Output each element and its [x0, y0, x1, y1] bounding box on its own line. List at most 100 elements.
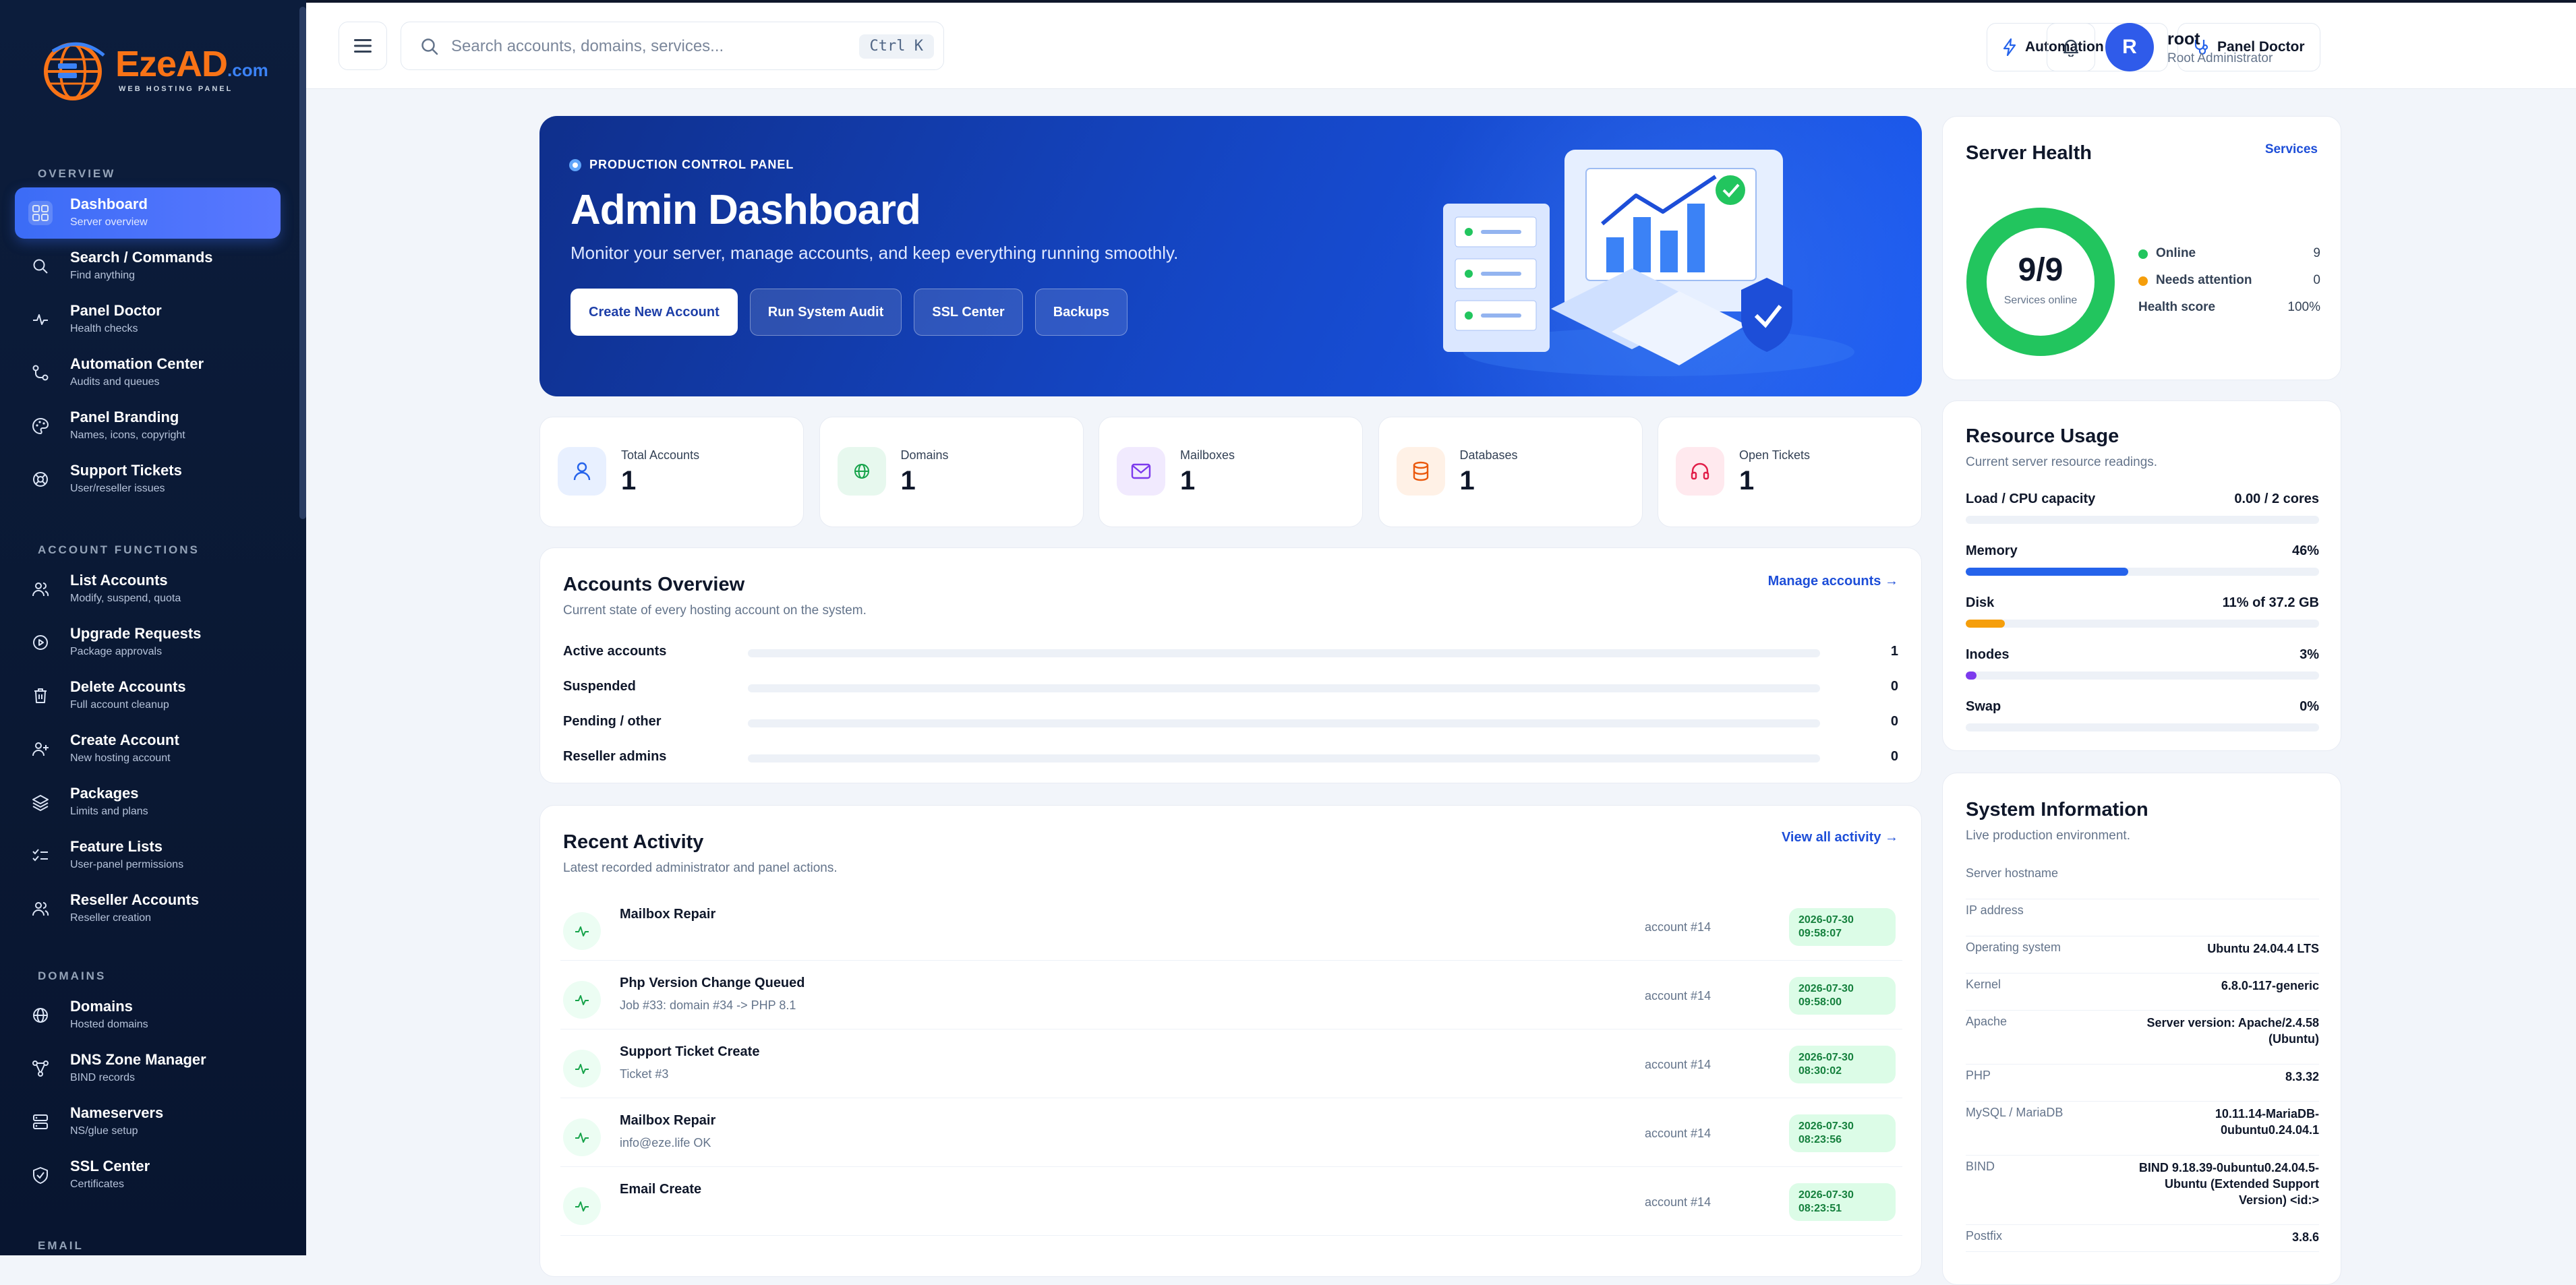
sidebar-item-panel-doctor[interactable]: Panel Doctor Health checks: [15, 294, 281, 345]
sidebar-item-search-commands[interactable]: Search / Commands Find anything: [15, 241, 281, 292]
activity-row[interactable]: Support Ticket Create Ticket #3 account #1…: [560, 1029, 1902, 1098]
health-legend-label: Health score: [2138, 300, 2216, 314]
backups-button[interactable]: Backups: [1034, 289, 1128, 336]
stat-card-domains[interactable]: Domains 1: [819, 417, 1084, 527]
overview-value: 1: [1890, 644, 1898, 659]
sidebar-item-support-tickets[interactable]: Support Tickets User/reseller issues: [15, 454, 281, 505]
menu-toggle-button[interactable]: [339, 22, 387, 70]
stat-card-open-tickets[interactable]: Open Tickets 1: [1658, 417, 1922, 527]
user-name[interactable]: root: [2167, 30, 2200, 49]
resource-bar: [1966, 723, 2319, 731]
activity-row[interactable]: Email Create account #14 2026-07-30 08:23:5…: [560, 1167, 1902, 1236]
sidebar-item-label: Search / Commands: [70, 249, 213, 266]
system-info-row: PHP 8.3.32: [1966, 1065, 2319, 1102]
brand-logo[interactable]: EzeAD.com WEB HOSTING PANEL: [39, 34, 268, 108]
search-input[interactable]: [450, 34, 827, 59]
sidebar-item-label: Delete Accounts: [70, 678, 186, 695]
sidebar-item-subtitle: Audits and queues: [70, 376, 160, 388]
services-link[interactable]: Services: [2265, 142, 2318, 157]
activity-row[interactable]: Mailbox Repair account #14 2026-07-30 09:58…: [560, 892, 1902, 961]
sidebar-item-label: Packages: [70, 785, 139, 802]
pulse-icon: [563, 1187, 601, 1225]
user-avatar[interactable]: R: [2105, 23, 2154, 71]
users-icon: [28, 577, 53, 601]
stat-value: 1: [621, 466, 637, 496]
sidebar-item-subtitle: Health checks: [70, 323, 138, 334]
overview-row: Active accounts 1: [563, 638, 1898, 665]
sidebar-item-domains[interactable]: Domains Hosted domains: [15, 990, 281, 1041]
overview-bar: [748, 754, 1820, 763]
sidebar-item-nameservers[interactable]: Nameservers NS/glue setup: [15, 1096, 281, 1147]
activity-timestamp-badge: 2026-07-30 09:58:07: [1789, 908, 1896, 946]
overview-label: Pending / other: [563, 714, 662, 729]
stat-card-total-accounts[interactable]: Total Accounts 1: [539, 417, 804, 527]
bell-icon: [2063, 39, 2079, 57]
sidebar-item-label: SSL Center: [70, 1158, 150, 1174]
stat-card-databases[interactable]: Databases 1: [1378, 417, 1643, 527]
ssl-center-button[interactable]: SSL Center: [914, 289, 1023, 336]
sidebar-item-label: Nameservers: [70, 1104, 164, 1121]
hamburger-icon: [354, 39, 372, 53]
sidebar-item-create-account[interactable]: Create Account New hosting account: [15, 723, 281, 775]
sidebar-item-delete-accounts[interactable]: Delete Accounts Full account cleanup: [15, 670, 281, 721]
network-icon: [28, 1056, 53, 1081]
headset-icon: [1676, 447, 1724, 496]
hero-subtitle: Monitor your server, manage accounts, an…: [570, 243, 1179, 263]
system-info-key: Apache: [1966, 1015, 2008, 1028]
ring-ratio: 9/9: [2018, 252, 2063, 288]
sidebar-item-dashboard[interactable]: Dashboard Server overview: [15, 187, 281, 239]
sidebar-item-packages[interactable]: Packages Limits and plans: [15, 777, 281, 828]
activity-timestamp-badge: 2026-07-30 08:30:02: [1789, 1046, 1896, 1083]
create-account-button[interactable]: Create New Account: [570, 289, 738, 336]
system-info-row: Server hostname: [1966, 862, 2319, 899]
search-icon: [421, 38, 438, 55]
activity-title: Mailbox Repair: [620, 1113, 716, 1128]
view-all-activity-link[interactable]: View all activity →: [1782, 830, 1898, 845]
system-info-row: IP address: [1966, 899, 2319, 936]
card-title: Accounts Overview: [563, 574, 745, 595]
list-check-icon: [28, 843, 53, 868]
search-icon: [28, 254, 53, 278]
resource-value: 0%: [2300, 699, 2319, 714]
activity-date: 2026-07-30: [1798, 1189, 1854, 1201]
recent-activity-card: Recent Activity Latest recorded administ…: [539, 805, 1922, 1277]
card-subtitle: Current state of every hosting account o…: [563, 603, 867, 618]
card-title: System Information: [1966, 799, 2148, 820]
activity-row[interactable]: Php Version Change Queued Job #33: domain…: [560, 961, 1902, 1029]
resource-row: Disk 11% of 37.2 GB: [1966, 595, 2319, 636]
health-legend-value: 100%: [2287, 300, 2320, 314]
sidebar-item-subtitle: User/reseller issues: [70, 483, 165, 494]
stat-card-mailboxes[interactable]: Mailboxes 1: [1099, 417, 1363, 527]
sidebar-item-dns-zone-manager[interactable]: DNS Zone Manager BIND records: [15, 1043, 281, 1094]
sidebar-item-automation-center[interactable]: Automation Center Audits and queues: [15, 347, 281, 398]
sidebar-item-ssl-center[interactable]: SSL Center Certificates: [15, 1149, 281, 1201]
system-info-row: BIND BIND 9.18.39-0ubuntu0.24.04.5-Ubuntu…: [1966, 1156, 2319, 1225]
activity-row[interactable]: Mailbox Repair info@eze.life OK account #1…: [560, 1098, 1902, 1167]
search-box[interactable]: Ctrl K: [401, 22, 944, 70]
system-info-key: Kernel: [1966, 978, 2001, 991]
sidebar-item-upgrade-requests[interactable]: Upgrade Requests Package approvals: [15, 617, 281, 668]
sidebar-item-panel-branding[interactable]: Panel Branding Names, icons, copyright: [15, 400, 281, 452]
resource-label: Load / CPU capacity: [1966, 491, 2096, 506]
system-info-row: Kernel 6.8.0-117-generic: [1966, 974, 2319, 1011]
card-title: Recent Activity: [563, 831, 704, 853]
overview-bar: [748, 719, 1820, 727]
user-role: Root Administrator: [2167, 51, 2273, 65]
globe-icon: [837, 447, 886, 496]
sidebar-item-subtitle: Reseller creation: [70, 912, 152, 924]
sidebar-scrollbar[interactable]: [299, 7, 306, 519]
run-audit-button[interactable]: Run System Audit: [749, 289, 902, 336]
sidebar-section-heading: OVERVIEW: [38, 167, 116, 180]
sidebar-item-feature-lists[interactable]: Feature Lists User-panel permissions: [15, 830, 281, 881]
sidebar-item-reseller-accounts[interactable]: Reseller Accounts Reseller creation: [15, 883, 281, 934]
status-dot-icon: [2138, 249, 2148, 259]
activity-timestamp-badge: 2026-07-30 08:23:56: [1789, 1114, 1896, 1152]
activity-date: 2026-07-30: [1798, 1052, 1854, 1063]
overview-label: Active accounts: [563, 644, 667, 659]
stat-value: 1: [1739, 466, 1755, 496]
notifications-button[interactable]: [2047, 23, 2095, 71]
activity-date: 2026-07-30: [1798, 1120, 1854, 1132]
manage-accounts-link[interactable]: Manage accounts →: [1768, 574, 1898, 589]
sidebar-item-list-accounts[interactable]: List Accounts Modify, suspend, quota: [15, 564, 281, 615]
page-title: Admin Dashboard: [570, 187, 921, 233]
